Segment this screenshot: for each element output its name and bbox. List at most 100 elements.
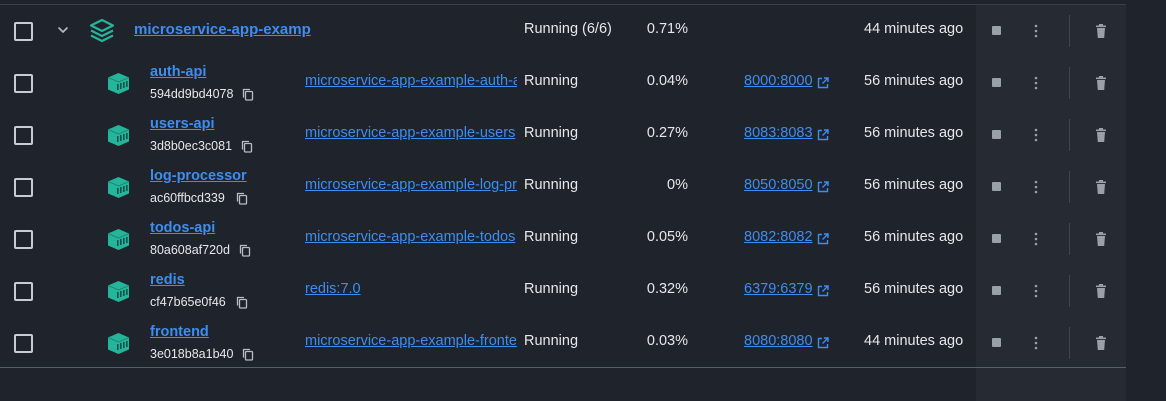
image-link[interactable]: redis:7.0	[305, 281, 517, 297]
external-link-icon[interactable]	[817, 129, 829, 141]
container-status: Running	[524, 125, 579, 141]
chevron-down-icon[interactable]	[56, 23, 70, 37]
trash-icon[interactable]	[1095, 76, 1107, 90]
more-options-icon[interactable]	[1031, 128, 1041, 142]
port-link[interactable]: 8080:8080	[744, 333, 813, 349]
port-link[interactable]: 8050:8050	[744, 177, 813, 193]
more-options-icon[interactable]	[1031, 24, 1041, 38]
external-link-icon[interactable]	[817, 77, 829, 89]
action-divider	[1069, 223, 1070, 255]
stack-icon	[89, 18, 115, 43]
container-cpu: 0.32%	[646, 281, 688, 297]
port-link[interactable]: 6379:6379	[744, 281, 813, 297]
image-link[interactable]: microservice-app-example-todos	[305, 229, 517, 245]
group-checkbox[interactable]	[14, 22, 33, 41]
external-link-icon[interactable]	[817, 285, 829, 297]
trash-icon[interactable]	[1095, 24, 1107, 38]
container-name-link[interactable]: auth-api	[150, 64, 206, 80]
container-id: 80a608af720d	[150, 243, 230, 257]
stop-button[interactable]	[992, 78, 1001, 87]
copy-icon[interactable]	[242, 348, 254, 361]
container-cpu: 0%	[667, 177, 688, 193]
container-status: Running	[524, 333, 579, 349]
container-checkbox[interactable]	[14, 282, 33, 301]
port-link[interactable]: 8082:8082	[744, 229, 813, 245]
copy-icon[interactable]	[241, 140, 253, 153]
stop-button[interactable]	[992, 286, 1001, 295]
more-options-icon[interactable]	[1031, 336, 1041, 350]
container-id: 3d8b0ec3c081	[150, 139, 233, 153]
stop-button[interactable]	[992, 182, 1001, 191]
container-last-started: 56 minutes ago	[864, 281, 964, 297]
port-link[interactable]: 8083:8083	[744, 125, 813, 141]
action-divider	[1069, 15, 1070, 47]
trash-icon[interactable]	[1095, 336, 1107, 350]
container-id: 3e018b8a1b40	[150, 347, 234, 361]
external-link-icon[interactable]	[817, 181, 829, 193]
trash-icon[interactable]	[1095, 180, 1107, 194]
container-row[interactable]: redis cf47b65e0f46 redis:7.0 Running 0.3…	[0, 265, 1126, 317]
port-link[interactable]: 8000:8000	[744, 73, 813, 89]
container-last-started: 56 minutes ago	[864, 125, 964, 141]
container-row[interactable]: todos-api 80a608af720d microservice-app-…	[0, 213, 1126, 265]
copy-icon[interactable]	[236, 296, 248, 309]
container-id: 594dd9bd4078	[150, 87, 234, 101]
container-checkbox[interactable]	[14, 230, 33, 249]
container-icon	[107, 125, 130, 146]
container-last-started: 56 minutes ago	[864, 177, 964, 193]
container-row[interactable]: frontend 3e018b8a1b40 microservice-app-e…	[0, 317, 1126, 369]
container-name-link[interactable]: log-processor	[150, 168, 247, 184]
action-divider	[1069, 119, 1070, 151]
bottom-border	[0, 367, 1126, 368]
container-checkbox[interactable]	[14, 74, 33, 93]
more-options-icon[interactable]	[1031, 284, 1041, 298]
more-options-icon[interactable]	[1031, 232, 1041, 246]
action-divider	[1069, 327, 1070, 359]
trash-icon[interactable]	[1095, 284, 1107, 298]
copy-icon[interactable]	[239, 244, 251, 257]
container-name-link[interactable]: redis	[150, 272, 185, 288]
group-name-link[interactable]: microservice-app-examp	[134, 21, 311, 38]
stop-button[interactable]	[992, 338, 1001, 347]
more-options-icon[interactable]	[1031, 180, 1041, 194]
action-divider	[1069, 171, 1070, 203]
container-last-started: 56 minutes ago	[864, 229, 964, 245]
container-name-link[interactable]: users-api	[150, 116, 214, 132]
container-row[interactable]: log-processor ac60ffbcd339 microservice-…	[0, 161, 1126, 213]
image-link[interactable]: microservice-app-example-auth-a	[305, 73, 517, 89]
stop-button[interactable]	[992, 26, 1001, 35]
copy-icon[interactable]	[236, 192, 248, 205]
group-row[interactable]: microservice-app-examp Running (6/6) 0.7…	[0, 5, 1126, 57]
container-cpu: 0.27%	[646, 125, 688, 141]
container-row[interactable]: users-api 3d8b0ec3c081 microservice-app-…	[0, 109, 1126, 161]
external-link-icon[interactable]	[817, 337, 829, 349]
container-icon	[107, 281, 130, 302]
container-icon	[107, 333, 130, 354]
container-icon	[107, 73, 130, 94]
container-status: Running	[524, 229, 579, 245]
container-checkbox[interactable]	[14, 126, 33, 145]
container-name-link[interactable]: frontend	[150, 324, 209, 340]
container-last-started: 56 minutes ago	[864, 73, 964, 89]
more-options-icon[interactable]	[1031, 76, 1041, 90]
trash-icon[interactable]	[1095, 128, 1107, 142]
copy-icon[interactable]	[242, 88, 254, 101]
external-link-icon[interactable]	[817, 233, 829, 245]
container-status: Running	[524, 73, 579, 89]
stop-button[interactable]	[992, 130, 1001, 139]
container-name-link[interactable]: todos-api	[150, 220, 215, 236]
image-link[interactable]: microservice-app-example-log-pr	[305, 177, 517, 193]
stop-button[interactable]	[992, 234, 1001, 243]
container-status: Running	[524, 281, 579, 297]
image-link[interactable]: microservice-app-example-users	[305, 125, 517, 141]
container-checkbox[interactable]	[14, 334, 33, 353]
container-checkbox[interactable]	[14, 178, 33, 197]
trash-icon[interactable]	[1095, 232, 1107, 246]
container-cpu: 0.04%	[646, 73, 688, 89]
container-cpu: 0.05%	[646, 229, 688, 245]
container-id: cf47b65e0f46	[150, 295, 226, 309]
container-row[interactable]: auth-api 594dd9bd4078 microservice-app-e…	[0, 57, 1126, 109]
action-divider	[1069, 275, 1070, 307]
container-icon	[107, 229, 130, 250]
image-link[interactable]: microservice-app-example-fronte	[305, 333, 517, 349]
